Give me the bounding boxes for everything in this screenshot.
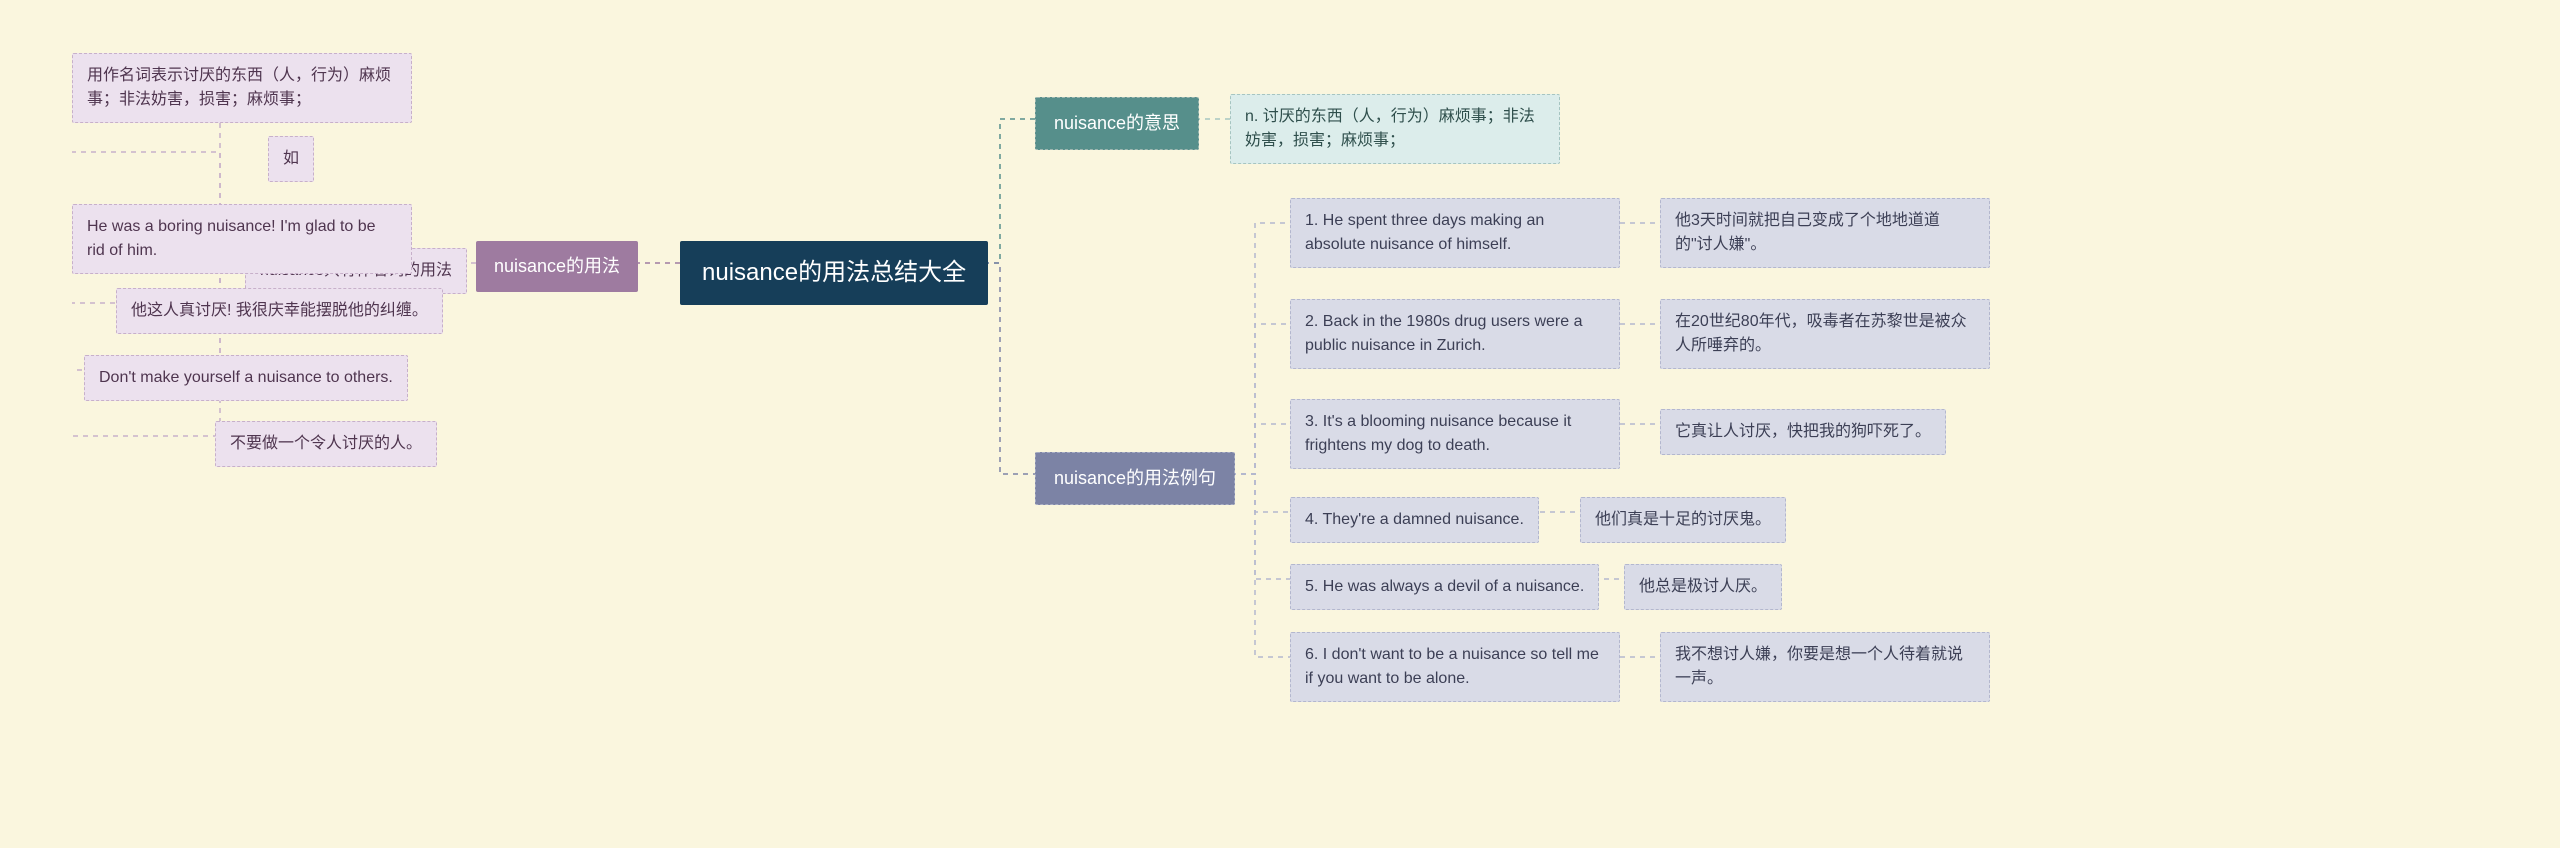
branch-usage[interactable]: nuisance的用法 (476, 241, 638, 292)
node-ex-5-en[interactable]: 5. He was always a devil of a nuisance. (1290, 564, 1599, 610)
node-ex-5-zh[interactable]: 他总是极讨人厌。 (1624, 564, 1782, 610)
node-ex-1-zh[interactable]: 他3天时间就把自己变成了个地地道道的"讨人嫌"。 (1660, 198, 1990, 268)
branch-meaning[interactable]: nuisance的意思 (1035, 97, 1199, 150)
node-left-item-2[interactable]: He was a boring nuisance! I'm glad to be… (72, 204, 412, 274)
node-ex-6-zh[interactable]: 我不想讨人嫌，你要是想一个人待着就说一声。 (1660, 632, 1990, 702)
node-ex-2-zh[interactable]: 在20世纪80年代，吸毒者在苏黎世是被众人所唾弃的。 (1660, 299, 1990, 369)
node-ex-4-zh[interactable]: 他们真是十足的讨厌鬼。 (1580, 497, 1786, 543)
node-left-item-5[interactable]: 不要做一个令人讨厌的人。 (215, 421, 437, 467)
node-left-item-4[interactable]: Don't make yourself a nuisance to others… (84, 355, 408, 401)
node-ex-6-en[interactable]: 6. I don't want to be a nuisance so tell… (1290, 632, 1620, 702)
branch-examples[interactable]: nuisance的用法例句 (1035, 452, 1235, 505)
node-ex-2-en[interactable]: 2. Back in the 1980s drug users were a p… (1290, 299, 1620, 369)
node-left-item-3[interactable]: 他这人真讨厌! 我很庆幸能摆脱他的纠缠。 (116, 288, 443, 334)
node-ex-1-en[interactable]: 1. He spent three days making an absolut… (1290, 198, 1620, 268)
root-node[interactable]: nuisance的用法总结大全 (680, 241, 988, 305)
node-ex-3-zh[interactable]: 它真让人讨厌，快把我的狗吓死了。 (1660, 409, 1946, 455)
node-ex-3-en[interactable]: 3. It's a blooming nuisance because it f… (1290, 399, 1620, 469)
node-left-item-0[interactable]: 用作名词表示讨厌的东西（人，行为）麻烦事；非法妨害，损害；麻烦事； (72, 53, 412, 123)
node-ex-4-en[interactable]: 4. They're a damned nuisance. (1290, 497, 1539, 543)
node-left-item-1[interactable]: 如 (268, 136, 314, 182)
node-meaning-text[interactable]: n. 讨厌的东西（人，行为）麻烦事；非法妨害，损害；麻烦事； (1230, 94, 1560, 164)
